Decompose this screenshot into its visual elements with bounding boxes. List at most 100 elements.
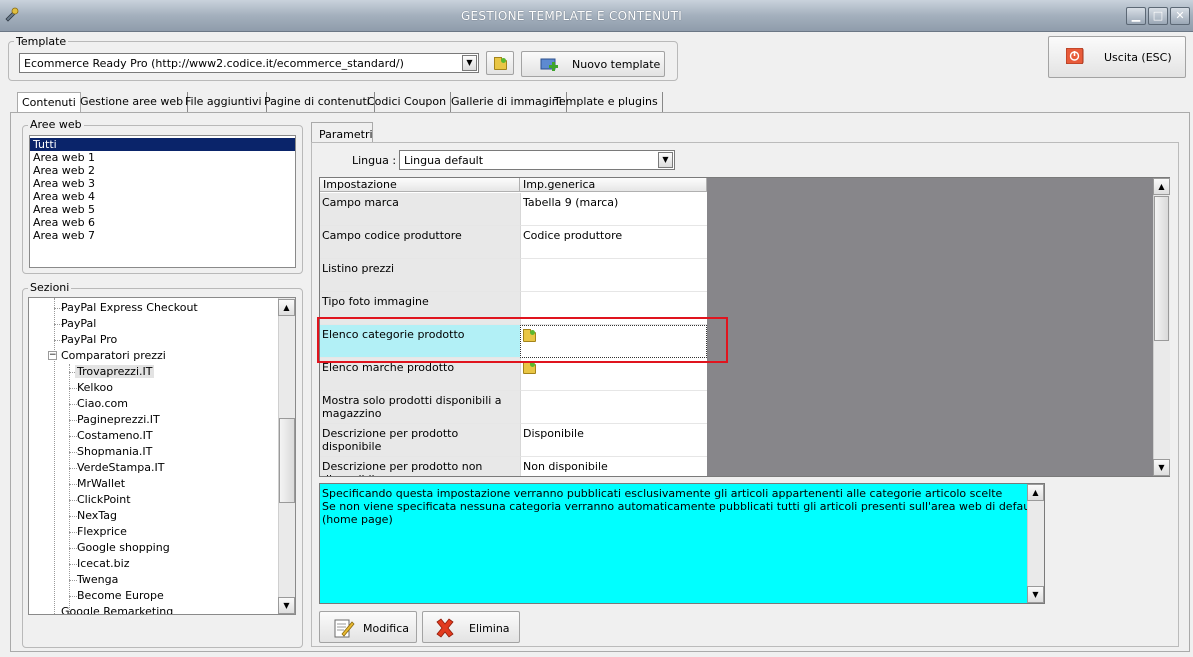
list-item[interactable]: Area web 1 [30, 151, 295, 164]
highlight-box [317, 317, 728, 363]
tab-pagine-di-contenuti[interactable]: Pagine di contenuti [260, 92, 375, 112]
exit-button[interactable]: Uscita (ESC) [1048, 36, 1186, 78]
grid-cell-value[interactable] [520, 259, 707, 292]
tree-item[interactable]: MrWallet [77, 476, 125, 492]
template-select[interactable]: Ecommerce Ready Pro (http://www2.codice.… [19, 53, 479, 73]
list-item[interactable]: Area web 3 [30, 177, 295, 190]
lingua-select[interactable]: Lingua default [399, 150, 675, 170]
tree-item[interactable]: Flexprice [77, 524, 127, 540]
close-button[interactable]: ✕ [1170, 7, 1190, 25]
elimina-button[interactable]: Elimina [422, 611, 520, 643]
exit-label: Uscita (ESC) [1104, 51, 1172, 64]
new-template-icon [540, 58, 558, 71]
tree-item[interactable]: PayPal Pro [61, 332, 117, 348]
new-template-label: Nuovo template [572, 58, 661, 71]
tree-item[interactable]: Kelkoo [77, 380, 113, 396]
tree-item[interactable]: PayPal [61, 316, 96, 332]
lingua-dropdown-arrow[interactable]: ▼ [658, 152, 673, 168]
scroll-thumb[interactable] [1154, 196, 1169, 341]
tree-item[interactable]: Pagineprezzi.IT [77, 412, 160, 428]
tree-item[interactable]: Icecat.biz [77, 556, 129, 572]
title-bar: GESTIONE TEMPLATE E CONTENUTI ▁ □ ✕ [0, 0, 1193, 32]
tree-item[interactable]: Become Europe [77, 588, 164, 604]
delete-icon [436, 618, 454, 638]
edit-icon [334, 619, 355, 638]
scroll-down-button[interactable]: ▼ [278, 597, 295, 614]
sezioni-tree[interactable]: − PayPal Express Checkout PayPal PayPal … [28, 297, 296, 615]
arrow-down-icon: ▼ [1032, 590, 1039, 599]
scroll-down-button[interactable]: ▼ [1153, 459, 1170, 476]
list-item[interactable]: Area web 5 [30, 203, 295, 216]
folder-icon[interactable] [523, 361, 536, 374]
tree-item[interactable]: VerdeStampa.IT [77, 460, 164, 476]
grid-cell-key[interactable]: Mostra solo prodotti disponibili a magaz… [320, 391, 520, 424]
tree-item[interactable]: Costameno.IT [77, 428, 153, 444]
tree-item[interactable]: PayPal Express Checkout [61, 300, 198, 316]
sezioni-label: Sezioni [28, 281, 72, 294]
scroll-up-button[interactable]: ▲ [1027, 484, 1044, 501]
list-item[interactable]: Area web 6 [30, 216, 295, 229]
description-box[interactable]: Specificando questa impostazione verrann… [319, 483, 1045, 604]
tree-item[interactable]: Twenga [77, 572, 118, 588]
arrow-down-icon: ▼ [1158, 463, 1165, 472]
close-icon: ✕ [1175, 9, 1185, 22]
list-item[interactable]: Tutti [30, 138, 295, 151]
description-line-2: Se non viene specificata nessuna categor… [322, 500, 1038, 526]
list-item[interactable]: Area web 7 [30, 229, 295, 242]
tab-file-aggiuntivi[interactable]: File aggiuntivi [181, 92, 267, 112]
arrow-up-icon: ▲ [283, 303, 290, 312]
folder-icon [494, 57, 507, 70]
minus-icon: − [49, 350, 57, 360]
open-template-folder-button[interactable] [486, 51, 514, 75]
maximize-button[interactable]: □ [1148, 7, 1168, 25]
modifica-label: Modifica [363, 622, 409, 635]
tree-collapse-toggle[interactable]: − [48, 351, 57, 360]
arrow-down-icon: ▼ [283, 601, 290, 610]
tab-gestione-aree-web[interactable]: Gestione aree web [76, 92, 189, 112]
grid-cell-value[interactable]: Codice produttore [520, 226, 707, 259]
tab-parametri[interactable]: Parametri [311, 122, 373, 143]
modifica-button[interactable]: Modifica [319, 611, 417, 643]
template-dropdown-arrow[interactable]: ▼ [462, 55, 477, 71]
tab-contenuti[interactable]: Contenuti [17, 92, 81, 112]
new-template-button[interactable]: Nuovo template [521, 51, 665, 77]
power-icon [1066, 48, 1084, 64]
maximize-icon: □ [1152, 9, 1164, 22]
tab-codici-coupon[interactable]: Codici Coupon [363, 92, 452, 112]
chevron-down-icon: ▼ [466, 58, 473, 67]
tree-item-selected[interactable]: Trovaprezzi.IT [75, 364, 155, 380]
list-item[interactable]: Area web 4 [30, 190, 295, 203]
tree-item[interactable]: NexTag [77, 508, 117, 524]
aree-web-list[interactable]: Tutti Area web 1 Area web 2 Area web 3 A… [29, 135, 296, 268]
tree-item[interactable]: Shopmania.IT [77, 444, 152, 460]
template-select-value: Ecommerce Ready Pro (http://www2.codice.… [24, 57, 404, 70]
tab-template-e-plugins[interactable]: Template e plugins [550, 92, 663, 112]
arrow-up-icon: ▲ [1032, 488, 1039, 497]
grid-cell-key[interactable]: Campo codice produttore [320, 226, 520, 259]
lingua-select-value: Lingua default [404, 154, 484, 167]
tree-item[interactable]: Comparatori prezzi [61, 348, 166, 364]
tree-item[interactable]: ClickPoint [77, 492, 131, 508]
grid-cell-value[interactable]: Disponibile [520, 424, 707, 457]
template-group-label: Template [14, 35, 69, 48]
minimize-button[interactable]: ▁ [1126, 7, 1146, 25]
grid-cell-value[interactable]: Non disponibile [520, 457, 707, 476]
grid-cell-value[interactable]: Tabella 9 (marca) [520, 193, 707, 226]
list-item[interactable]: Area web 2 [30, 164, 295, 177]
scroll-up-button[interactable]: ▲ [278, 299, 295, 316]
grid-cell-key[interactable]: Listino prezzi [320, 259, 520, 292]
grid-cell-key[interactable]: Descrizione per prodotto disponibile [320, 424, 520, 457]
tree-item[interactable]: Google shopping [77, 540, 170, 556]
grid-cell-key[interactable]: Descrizione per prodotto non disponibile [320, 457, 520, 476]
tab-gallerie-di-immagini[interactable]: Gallerie di immagini [447, 92, 567, 112]
scroll-thumb[interactable] [279, 418, 295, 503]
chevron-down-icon: ▼ [662, 155, 669, 164]
tree-item[interactable]: Google Remarketing [61, 604, 173, 614]
scroll-down-button[interactable]: ▼ [1027, 586, 1044, 603]
tree-item[interactable]: Ciao.com [77, 396, 128, 412]
scroll-up-button[interactable]: ▲ [1153, 178, 1170, 195]
minimize-icon: ▁ [1131, 9, 1141, 22]
grid-cell-key[interactable]: Campo marca [320, 193, 520, 226]
lingua-label: Lingua : [352, 154, 397, 167]
grid-cell-value[interactable] [520, 391, 707, 424]
